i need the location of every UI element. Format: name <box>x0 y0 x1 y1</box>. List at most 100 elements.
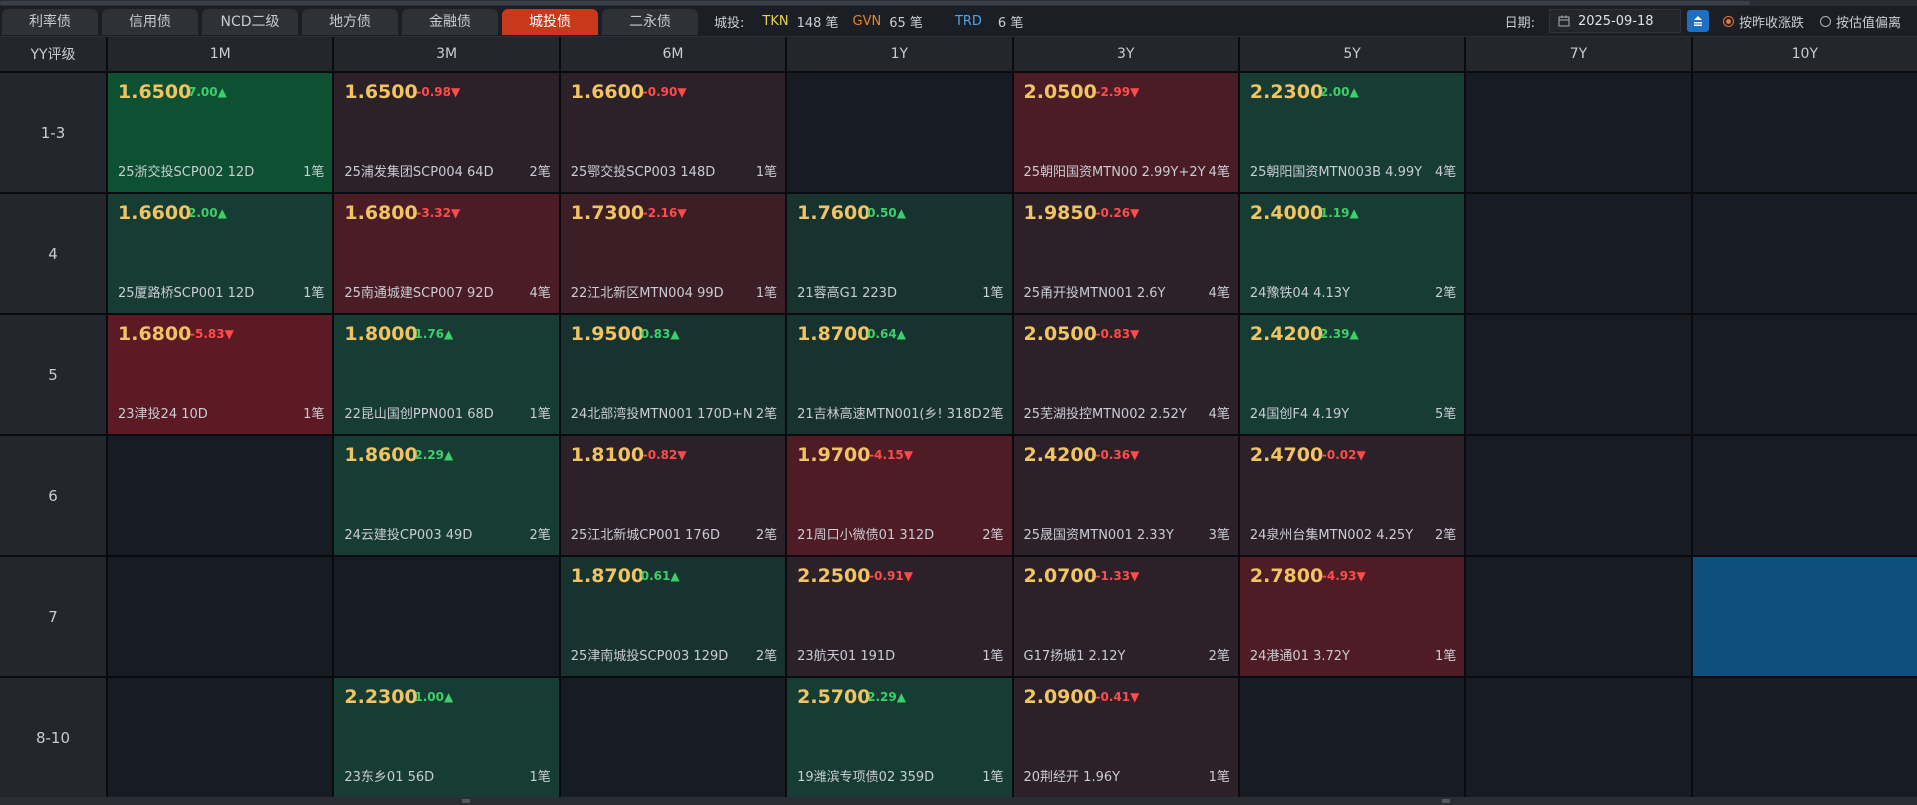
empty-cell[interactable] <box>1692 678 1917 797</box>
radio-by-valuation[interactable]: 按估值偏离 <box>1819 12 1901 31</box>
empty-cell[interactable] <box>1466 315 1691 434</box>
empty-cell[interactable] <box>108 678 333 797</box>
empty-cell[interactable] <box>1692 73 1917 192</box>
tab-perpetual-bond[interactable]: 二永债 <box>602 9 698 35</box>
quote-cell[interactable]: 1.8700 0.64▲ 21吉林高速MTN001(乡! 318D 2笔 <box>787 315 1012 434</box>
trade-count: 1笔 <box>1208 770 1230 785</box>
column-header-5Y[interactable]: 5Y <box>1239 37 1465 71</box>
resize-grip-icon[interactable] <box>462 799 470 803</box>
quote-cell[interactable]: 1.6800 -5.83▼ 23津投24 10D 1笔 <box>108 315 333 434</box>
empty-cell[interactable] <box>1466 436 1691 555</box>
quote-cell[interactable]: 2.4200 -0.36▼ 25晟国资MTN001 2.33Y 3笔 <box>1013 436 1238 555</box>
trade-count: 4笔 <box>1434 165 1457 180</box>
empty-cell[interactable] <box>334 557 559 676</box>
trade-count: 1笔 <box>1434 649 1457 664</box>
empty-cell[interactable] <box>1466 73 1691 192</box>
tab-rate-bond[interactable]: 利率债 <box>2 9 98 35</box>
yield-value: 2.0900 <box>1023 686 1097 708</box>
quote-cell[interactable]: 1.6600 2.00▲ 25厦路桥SCP001 12D 1笔 <box>108 194 333 313</box>
quote-cell[interactable]: 1.9700 -4.15▼ 21周口小微债01 312D 2笔 <box>787 436 1012 555</box>
empty-cell[interactable] <box>560 678 786 797</box>
column-header-10Y[interactable]: 10Y <box>1692 37 1917 71</box>
quote-cell[interactable]: 2.5700 2.29▲ 19潍滨专项债02 359D 1笔 <box>787 678 1012 797</box>
column-header-1M[interactable]: 1M <box>108 37 333 71</box>
quote-cell[interactable]: 1.6500 -0.98▼ 25浦发集团SCP004 64D 2笔 <box>334 73 559 192</box>
quote-cell[interactable]: 2.0700 -1.33▼ G17扬城1 2.12Y 2笔 <box>1013 557 1238 676</box>
trade-count: 2笔 <box>1208 649 1230 664</box>
column-header-1Y[interactable]: 1Y <box>787 37 1012 71</box>
trade-count: 2笔 <box>1434 528 1457 543</box>
quote-cell[interactable]: 1.7300 -2.16▼ 22江北新区MTN004 99D 1笔 <box>560 194 786 313</box>
bond-name: 24豫铁04 4.13Y <box>1249 286 1350 301</box>
tab-credit-bond[interactable]: 信用债 <box>102 9 198 35</box>
empty-cell[interactable] <box>1466 194 1691 313</box>
empty-cell[interactable] <box>1466 678 1691 797</box>
empty-cell[interactable] <box>1692 194 1917 313</box>
tab-local-bond[interactable]: 地方债 <box>302 9 398 35</box>
yield-value: 1.6500 <box>344 81 418 103</box>
quote-cell[interactable]: 1.8600 2.29▲ 24云建投CP003 49D 2笔 <box>334 436 559 555</box>
quote-cell[interactable]: 1.6500 7.00▲ 25浙交投SCP002 12D 1笔 <box>108 73 333 192</box>
resize-grip-icon[interactable] <box>1442 799 1450 803</box>
quote-cell[interactable]: 2.0500 -0.83▼ 25芜湖投控MTN002 2.52Y 4笔 <box>1013 315 1238 434</box>
yield-value: 1.7300 <box>570 202 645 224</box>
empty-cell[interactable] <box>1692 436 1917 555</box>
tab-urban-investment[interactable]: 城投债 <box>502 9 598 35</box>
trade-count: 2笔 <box>529 528 551 543</box>
empty-cell[interactable] <box>1692 557 1917 676</box>
change-value: -2.16▼ <box>642 206 687 220</box>
quote-cell[interactable]: 1.8000 1.76▲ 22昆山国创PPN001 68D 1笔 <box>334 315 559 434</box>
date-picker[interactable]: 2025-09-18 <box>1548 9 1681 33</box>
quote-cell[interactable]: 2.7800 -4.93▼ 24港通01 3.72Y 1笔 <box>1239 557 1465 676</box>
trade-count: 5笔 <box>1434 407 1457 422</box>
change-value: -1.33▼ <box>1095 569 1140 583</box>
quote-cell[interactable]: 2.0900 -0.41▼ 20荆经开 1.96Y 1笔 <box>1013 678 1238 797</box>
column-header-3M[interactable]: 3M <box>334 37 559 71</box>
sort-button[interactable] <box>1686 10 1709 32</box>
tab-ncd[interactable]: NCD二级 <box>202 9 298 35</box>
radio-unselected-icon[interactable] <box>1819 15 1831 27</box>
column-header-3Y[interactable]: 3Y <box>1013 37 1238 71</box>
radio-label[interactable]: 按估值偏离 <box>1836 12 1901 31</box>
radio-selected-icon[interactable] <box>1722 15 1734 27</box>
empty-cell[interactable] <box>108 557 333 676</box>
radio-label[interactable]: 按昨收涨跌 <box>1739 12 1804 31</box>
date-value[interactable]: 2025-09-18 <box>1578 14 1654 29</box>
quote-cell[interactable]: 2.4200 2.39▲ 24国创F4 4.19Y 5笔 <box>1239 315 1465 434</box>
column-header-7Y[interactable]: 7Y <box>1466 37 1691 71</box>
empty-cell[interactable] <box>108 436 333 555</box>
column-header-6M[interactable]: 6M <box>560 37 786 71</box>
quote-cell[interactable]: 2.0500 -2.99▼ 25朝阳国资MTN00 2.99Y+2Y 4笔 <box>1013 73 1238 192</box>
quote-cell[interactable]: 1.6800 -3.32▼ 25南通城建SCP007 92D 4笔 <box>334 194 559 313</box>
quote-cell[interactable]: 2.4000 1.19▲ 24豫铁04 4.13Y 2笔 <box>1239 194 1465 313</box>
empty-cell[interactable] <box>787 73 1012 192</box>
quote-cell[interactable]: 2.2300 1.00▲ 23东乡01 56D 1笔 <box>334 678 559 797</box>
radio-by-prev-close[interactable]: 按昨收涨跌 <box>1722 12 1804 31</box>
bond-name: 25鄂交投SCP003 148D <box>570 165 716 180</box>
sort-icon[interactable] <box>1692 15 1704 27</box>
bond-name: 24港通01 3.72Y <box>1249 649 1350 664</box>
tab-financial-bond[interactable]: 金融债 <box>402 9 498 35</box>
bond-name: 24国创F4 4.19Y <box>1249 407 1350 422</box>
yield-value: 2.5700 <box>797 686 871 708</box>
quote-cell[interactable]: 1.8100 -0.82▼ 25江北新城CP001 176D 2笔 <box>560 436 786 555</box>
quote-cell[interactable]: 1.8700 0.61▲ 25津南城投SCP003 129D 2笔 <box>560 557 786 676</box>
quote-cell[interactable]: 1.7600 0.50▲ 21蓉高G1 223D 1笔 <box>787 194 1012 313</box>
bond-name: 25浦发集团SCP004 64D <box>344 165 494 180</box>
quote-cell[interactable]: 2.2500 -0.91▼ 23航天01 191D 1笔 <box>787 557 1012 676</box>
quote-cell[interactable]: 1.9500 0.83▲ 24北部湾投MTN001 170D+N 2笔 <box>560 315 786 434</box>
bottom-scrollbar[interactable] <box>0 797 1917 805</box>
scrollbar-thumb[interactable] <box>0 1 1750 5</box>
quote-cell[interactable]: 2.2300 2.00▲ 25朝阳国资MTN003B 4.99Y 4笔 <box>1239 73 1465 192</box>
change-value: -2.99▼ <box>1095 85 1140 99</box>
empty-cell[interactable] <box>1466 557 1691 676</box>
quote-cell[interactable]: 1.9850 -0.26▼ 25甬开投MTN001 2.6Y 4笔 <box>1013 194 1238 313</box>
quote-cell[interactable]: 2.4700 -0.02▼ 24泉州台集MTN002 4.25Y 2笔 <box>1239 436 1465 555</box>
tkn-count: 148 笔 <box>796 15 839 31</box>
quote-cell[interactable]: 1.6600 -0.90▼ 25鄂交投SCP003 148D 1笔 <box>560 73 786 192</box>
empty-cell[interactable] <box>1692 315 1917 434</box>
bond-name: 25江北新城CP001 176D <box>570 528 720 543</box>
calendar-icon[interactable] <box>1558 15 1570 27</box>
change-value: -0.26▼ <box>1095 206 1140 220</box>
empty-cell[interactable] <box>1239 678 1465 797</box>
